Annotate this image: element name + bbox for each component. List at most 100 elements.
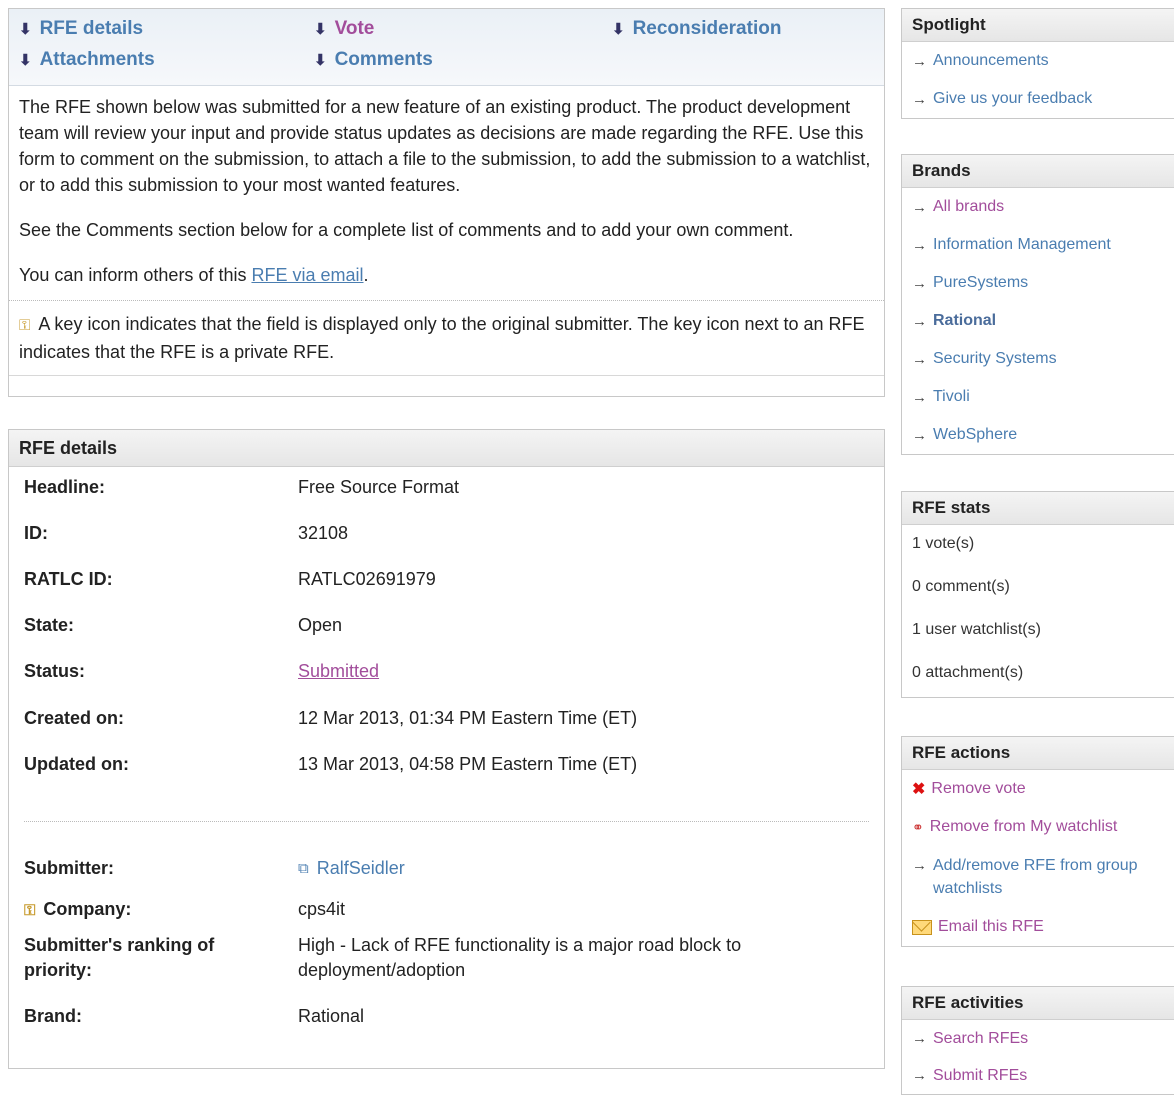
arrow-right-icon: → [912, 52, 927, 70]
sidebar: Spotlight → Announcements → Give us your f… [901, 8, 1174, 119]
id-value: 32108 [298, 523, 349, 543]
remove-vote-link[interactable]: ✖ Remove vote [902, 770, 1174, 808]
arrow-down-icon: ⬇ [19, 52, 32, 69]
arrow-right-icon: → [912, 1030, 927, 1047]
stats-section: RFE stats 1 vote(s) 0 comment(s) 1 user … [901, 491, 1174, 698]
stats-title: RFE stats [902, 492, 1174, 525]
actions-box: RFE actions ✖ Remove vote ⚭ Remove from My… [901, 736, 1174, 947]
brands-section: Brands → All brands → Information Manageme… [901, 154, 1174, 455]
brand-item-websphere[interactable]: → WebSphere [902, 416, 1174, 454]
brands-box: Brands → All brands → Information Manageme… [901, 154, 1174, 455]
search-rfes-link[interactable]: → Search RFEs [902, 1020, 1174, 1057]
details-divider [24, 821, 869, 822]
key-icon: ⚿ [19, 317, 31, 334]
headline-label: Headline: [24, 477, 106, 497]
jump-reconsideration-link[interactable]: ⬇ Reconsideration [612, 18, 781, 40]
email-rfe-link[interactable]: Email this RFE [902, 908, 1174, 946]
arrow-down-icon: ⬇ [314, 52, 327, 69]
ratlc-id-value: RATLC02691979 [298, 569, 436, 589]
arrow-right-icon: → [912, 350, 927, 368]
jump-comments-label: Comments [334, 49, 433, 70]
intro-paragraph-1: The RFE shown below was submitted for a … [19, 97, 871, 195]
rfe-via-email-link[interactable]: RFE via email [251, 265, 363, 285]
remove-watchlist-link[interactable]: ⚭ Remove from My watchlist [902, 808, 1174, 846]
brand-item-puresystems[interactable]: → PureSystems [902, 264, 1174, 302]
intro-box: ⬇ RFE details ⬇ Vote ⬇ Reconsideration ⬇ Att… [8, 8, 885, 397]
group-watchlists-link[interactable]: → Add/remove RFE from group watchlists [902, 846, 1174, 908]
rfe-details-title: RFE details [9, 430, 884, 467]
spotlight-item-feedback[interactable]: → Give us your feedback [902, 80, 1174, 118]
jump-comments-link[interactable]: ⬇ Comments [314, 49, 433, 71]
stat-votes: 1 vote(s) [912, 535, 975, 552]
created-on-label: Created on: [24, 708, 125, 728]
arrow-right-icon: → [912, 857, 927, 874]
state-label: State: [24, 615, 75, 635]
company-value: cps4it [298, 899, 346, 919]
intro-paragraph-2: See the Comments section below for a com… [19, 220, 794, 240]
jump-attachments-label: Attachments [39, 49, 155, 70]
brands-title: Brands [902, 155, 1174, 188]
arrow-right-icon: → [912, 312, 927, 330]
brand-item-rational[interactable]: → Rational [902, 302, 1174, 340]
jump-rfe-details-label: RFE details [39, 18, 144, 39]
arrow-right-icon: → [912, 388, 927, 406]
arrow-down-icon: ⬇ [19, 21, 32, 38]
jump-attachments-link[interactable]: ⬇ Attachments [19, 49, 155, 71]
ratlc-id-label: RATLC ID: [24, 569, 113, 589]
jump-reconsideration-label: Reconsideration [632, 18, 782, 39]
arrow-right-icon: → [912, 236, 927, 254]
binoculars-icon: ⚭ [912, 818, 924, 835]
spotlight-title: Spotlight [902, 9, 1174, 42]
updated-on-label: Updated on: [24, 754, 129, 774]
intro-footer [9, 376, 884, 396]
arrow-right-icon: → [912, 198, 927, 216]
submitter-link[interactable]: RalfSeidler [317, 856, 405, 881]
activities-title: RFE activities [902, 987, 1174, 1020]
key-icon-note: ⚿ A key icon indicates that the field is … [9, 301, 884, 376]
brand-value: Rational [298, 1006, 365, 1026]
state-value: Open [298, 615, 343, 635]
arrow-right-icon: → [912, 426, 927, 444]
arrow-right-icon: → [912, 1067, 927, 1084]
brand-item-information-management[interactable]: → Information Management [902, 226, 1174, 264]
id-label: ID: [24, 523, 48, 543]
priority-label: Submitter's ranking of priority: [24, 935, 215, 980]
intro-text: The RFE shown below was submitted for a … [9, 86, 884, 288]
priority-value: High - Lack of RFE functionality is a ma… [298, 935, 742, 980]
stats-box: RFE stats 1 vote(s) 0 comment(s) 1 user … [901, 491, 1174, 698]
submit-rfes-link[interactable]: → Submit RFEs [902, 1057, 1174, 1094]
status-label: Status: [24, 661, 86, 681]
arrow-down-icon: ⬇ [612, 21, 625, 38]
brand-item-all[interactable]: → All brands [902, 188, 1174, 226]
arrow-right-icon: → [912, 90, 927, 108]
stat-watchlists: 1 user watchlist(s) [912, 621, 1041, 638]
actions-title: RFE actions [902, 737, 1174, 770]
updated-on-value: 13 Mar 2013, 04:58 PM Eastern Time (ET) [298, 754, 638, 774]
jump-links: ⬇ RFE details ⬇ Vote ⬇ Reconsideration ⬇ Att… [9, 9, 884, 86]
arrow-down-icon: ⬇ [314, 21, 327, 38]
brand-label: Brand: [24, 1006, 82, 1026]
actions-section: RFE actions ✖ Remove vote ⚭ Remove from My… [901, 736, 1174, 947]
intro-paragraph-3: You can inform others of this RFE via em… [19, 265, 369, 285]
status-submitted-link[interactable]: Submitted [298, 661, 379, 681]
submitter-label: Submitter: [24, 858, 114, 878]
jump-rfe-details-link[interactable]: ⬇ RFE details [19, 18, 143, 40]
stat-attachments: 0 attachment(s) [912, 664, 1024, 681]
red-x-icon: ✖ [912, 781, 926, 798]
brand-item-tivoli[interactable]: → Tivoli [902, 378, 1174, 416]
stat-comments: 0 comment(s) [912, 578, 1010, 595]
arrow-right-icon: → [912, 274, 927, 292]
activities-box: RFE activities → Search RFEs → Submit RFEs [901, 986, 1174, 1095]
spotlight-item-announcements[interactable]: → Announcements [902, 42, 1174, 80]
activities-section: RFE activities → Search RFEs → Submit RFEs [901, 986, 1174, 1095]
brand-item-security-systems[interactable]: → Security Systems [902, 340, 1174, 378]
external-window-icon: ⧉ [298, 860, 309, 877]
jump-vote-label: Vote [334, 18, 375, 39]
spotlight-box: Spotlight → Announcements → Give us your f… [901, 8, 1174, 119]
rfe-details-box: RFE details Headline: Free Source Format… [8, 429, 885, 1069]
key-icon: ⚿ [24, 902, 36, 919]
company-label: Company: [43, 899, 132, 919]
jump-vote-link[interactable]: ⬇ Vote [314, 18, 374, 40]
created-on-value: 12 Mar 2013, 01:34 PM Eastern Time (ET) [298, 708, 638, 728]
headline-value: Free Source Format [298, 477, 460, 497]
